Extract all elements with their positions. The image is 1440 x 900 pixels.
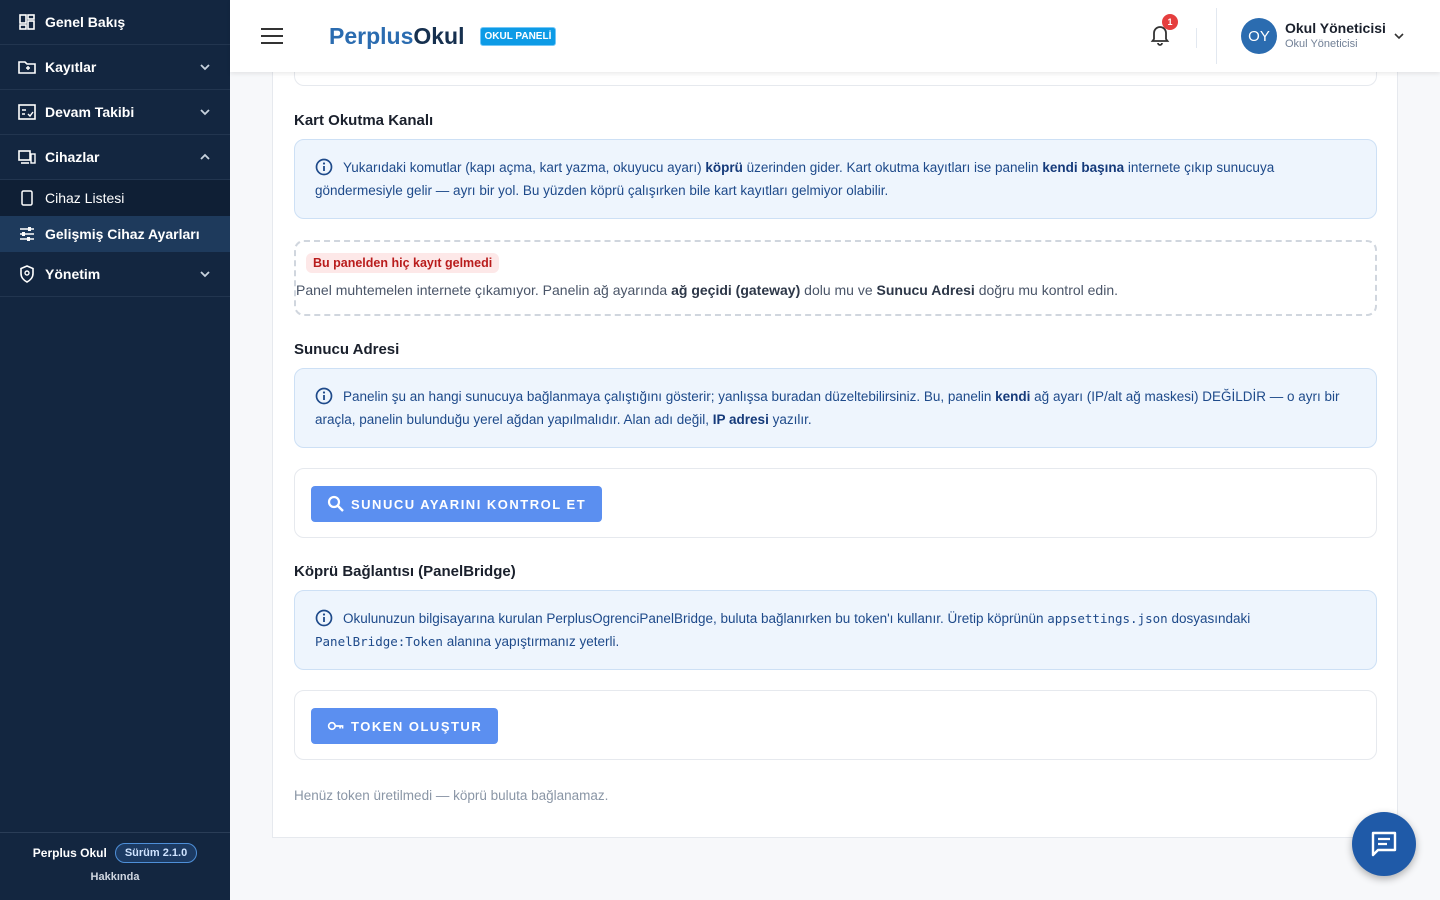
token-status-note: Henüz token üretilmedi — köprü buluta ba… <box>294 788 609 803</box>
sliders-icon <box>18 225 36 243</box>
dashboard-icon <box>18 13 36 31</box>
info-box-bridge: Okulunuzun bilgisayarına kurulan Perplus… <box>294 590 1377 670</box>
warning-text: Panel muhtemelen internete çıkamıyor. Pa… <box>296 282 1119 298</box>
check-server-button[interactable]: SUNUCU AYARINI KONTROL ET <box>311 486 603 522</box>
info-box-server: Panelin şu an hangi sunucuya bağlanmaya … <box>294 368 1377 448</box>
app-name: Perplus Okul <box>32 846 107 860</box>
sidebar: Genel Bakış Kayıtlar Devam Takibi Cihazl… <box>0 0 230 900</box>
header-divider <box>1196 28 1197 48</box>
main-content: Kart Okutma Kanalı Yukarıdaki komutlar (… <box>272 72 1398 838</box>
create-token-button[interactable]: TOKEN OLUŞTUR <box>311 708 499 744</box>
about-link[interactable]: Hakkında <box>0 871 230 883</box>
search-icon <box>327 495 345 513</box>
token-card: TOKEN OLUŞTUR <box>294 690 1377 760</box>
panel-badge: OKUL PANELİ <box>479 26 557 46</box>
sidebar-footer: Perplus Okul Sürüm 2.1.0 Hakkında <box>0 832 230 900</box>
chevron-down-icon <box>198 105 212 119</box>
warning-chip: Bu panelden hiç kayıt gelmedi <box>306 253 500 273</box>
admin-icon <box>18 265 36 283</box>
key-icon <box>327 717 345 735</box>
sidebar-subitem-gelismis-cihaz-ayarlari[interactable]: Gelişmiş Cihaz Ayarları <box>0 216 230 252</box>
tablet-icon <box>18 189 36 207</box>
chat-fab-button[interactable] <box>1352 812 1416 876</box>
sidebar-item-label: Genel Bakış <box>45 14 126 30</box>
attendance-icon <box>18 103 36 121</box>
sidebar-item-label: Kayıtlar <box>45 59 97 75</box>
section-title-bridge: Köprü Bağlantısı (PanelBridge) <box>294 563 516 580</box>
sidebar-item-kayitlar[interactable]: Kayıtlar <box>0 45 230 90</box>
info-icon <box>315 387 333 405</box>
devices-icon <box>18 148 36 166</box>
section-title-server: Sunucu Adresi <box>294 341 400 358</box>
chevron-down-icon <box>198 60 212 74</box>
sidebar-item-cihazlar[interactable]: Cihazlar <box>0 135 230 180</box>
sidebar-item-label: Cihazlar <box>45 149 100 165</box>
header-divider <box>1216 8 1217 64</box>
sidebar-item-devam-takibi[interactable]: Devam Takibi <box>0 90 230 135</box>
sidebar-subitem-label: Cihaz Listesi <box>45 190 125 206</box>
previous-card <box>294 72 1377 86</box>
chevron-up-icon <box>198 150 212 164</box>
chevron-down-icon[interactable] <box>1392 29 1406 43</box>
sidebar-subitem-label: Gelişmiş Cihaz Ayarları <box>45 226 200 242</box>
avatar[interactable]: OY <box>1241 18 1277 54</box>
sidebar-subitem-cihaz-listesi[interactable]: Cihaz Listesi <box>0 180 230 216</box>
user-role: Okul Yöneticisi <box>1285 38 1358 50</box>
sidebar-item-label: Yönetim <box>45 266 101 282</box>
sidebar-item-genel-bakis[interactable]: Genel Bakış <box>0 0 230 45</box>
info-icon <box>315 609 333 627</box>
info-box-card-reading: Yukarıdaki komutlar (kapı açma, kart yaz… <box>294 139 1377 219</box>
server-check-card: SUNUCU AYARINI KONTROL ET <box>294 468 1377 538</box>
sidebar-item-yonetim[interactable]: Yönetim <box>0 252 230 297</box>
menu-toggle-icon[interactable] <box>261 28 283 44</box>
top-header: PerplusOkul OKUL PANELİ 1 OY Okul Yöneti… <box>230 0 1440 72</box>
chat-icon <box>1371 831 1397 857</box>
version-badge: Sürüm 2.1.0 <box>114 843 198 863</box>
sidebar-item-label: Devam Takibi <box>45 104 135 120</box>
info-icon <box>315 158 333 176</box>
warning-box: Bu panelden hiç kayıt gelmedi Panel muht… <box>294 240 1377 316</box>
chevron-down-icon <box>198 267 212 281</box>
brand-logo: PerplusOkul <box>329 22 465 49</box>
section-title-card-reading: Kart Okutma Kanalı <box>294 112 434 129</box>
folder-icon <box>18 58 36 76</box>
user-name: Okul Yöneticisi <box>1285 20 1386 36</box>
notification-badge: 1 <box>1162 14 1178 30</box>
